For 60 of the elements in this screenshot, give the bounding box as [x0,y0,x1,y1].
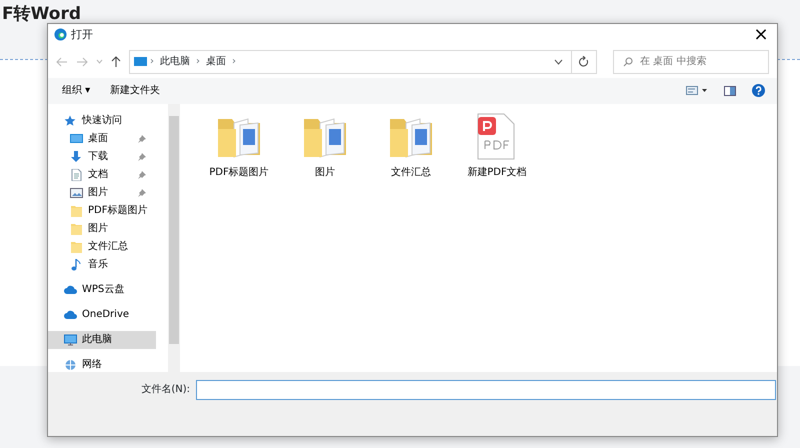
sidebar-item[interactable]: 图片 [48,184,156,202]
refresh-button[interactable] [571,50,597,74]
file-item[interactable]: 新建PDF文档 [462,112,532,181]
music-note-icon [70,258,83,271]
file-item[interactable]: PDF标题图片 [204,112,274,181]
breadcrumb-separator: › [149,55,155,70]
preview-pane-icon[interactable] [724,86,736,96]
download-arrow-icon [70,150,83,163]
breadcrumb-separator: › [195,55,201,70]
app-logo-icon [54,28,67,42]
sidebar-item[interactable]: 音乐 [48,256,156,274]
document-icon [70,168,83,181]
close-button[interactable]: × [745,24,777,45]
refresh-icon [579,56,589,68]
folder-icon [70,240,83,253]
monitor-icon [70,132,83,145]
forward-arrow-icon[interactable] [76,56,88,67]
chevron-down-icon[interactable] [554,58,563,65]
new-folder-button[interactable]: 新建文件夹 [104,81,166,100]
monitor-icon [134,56,147,67]
picture-icon [70,186,83,199]
organize-menu[interactable]: 组织 ▾ [56,81,96,100]
page-heading: F转Word [2,3,82,26]
file-item[interactable]: 文件汇总 [376,112,446,181]
sidebar-item[interactable]: 文件汇总 [48,238,156,256]
pin-icon[interactable] [138,170,146,179]
sidebar-item[interactable]: 此电脑 [48,330,156,349]
sidebar-item[interactable]: 文档 [48,166,156,184]
filename-field[interactable] [196,380,776,400]
sidebar-item[interactable]: OneDrive [48,306,156,324]
folder-icon [70,204,83,217]
file-item[interactable]: 图片 [290,112,360,181]
view-options-icon[interactable] [686,86,708,96]
sidebar-item[interactable]: 快速访问 [48,112,156,130]
sidebar-item[interactable]: 桌面 [48,130,156,148]
network-icon [64,358,77,371]
sidebar-item[interactable]: PDF标题图片 [48,202,156,220]
breadcrumb-item[interactable]: 桌面 [203,54,229,70]
breadcrumb-separator: › [231,55,237,70]
search-icon [623,56,633,67]
sidebar-item[interactable]: 图片 [48,220,156,238]
pin-icon[interactable] [138,188,146,197]
cloud-icon [64,308,77,321]
filename-label: 文件名(N): [140,382,191,398]
help-icon[interactable] [752,84,765,98]
scrollbar-thumb[interactable] [169,116,179,344]
up-arrow-icon[interactable] [111,56,121,68]
back-arrow-icon[interactable] [56,56,68,67]
monitor-icon [64,334,77,346]
folder-icon [70,222,83,235]
cloud-icon [64,284,77,296]
search-field[interactable]: 在 桌面 中搜索 [613,50,769,74]
sidebar-item[interactable]: 下载 [48,148,156,166]
address-bar[interactable]: › 此电脑 › 桌面 › [129,50,572,74]
sidebar-item[interactable]: WPS云盘 [48,280,156,299]
breadcrumb-item[interactable]: 此电脑 [157,54,193,70]
star-icon [64,114,77,127]
dialog-title: 打开 [71,26,93,43]
pin-icon[interactable] [138,152,146,161]
pin-icon[interactable] [138,134,146,143]
